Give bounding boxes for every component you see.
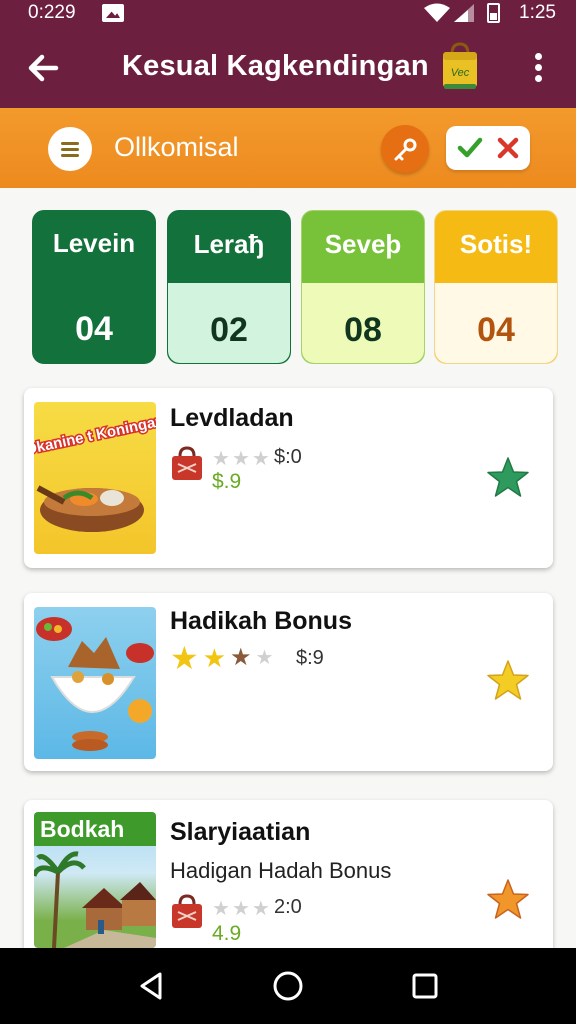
card-subtitle: Hadigan Hadah Bonus xyxy=(170,858,392,883)
food-thumbnail xyxy=(34,607,156,759)
confirm-cancel-group xyxy=(446,126,530,170)
village-thumbnail: Bodkah xyxy=(34,812,156,948)
favorite-star-icon[interactable] xyxy=(486,659,530,703)
stat-tile-3[interactable]: Seveþ 08 xyxy=(301,210,425,364)
photo-notification-icon xyxy=(102,4,124,22)
recents-square-icon[interactable] xyxy=(407,968,443,1004)
close-icon[interactable] xyxy=(492,132,524,164)
filter-toolbar: Ollkomisal xyxy=(0,108,576,188)
stat-label: Levein xyxy=(52,228,136,258)
list-card[interactable]: Hadikah Bonus ★ ★ ★ ★ $:9 xyxy=(24,593,553,771)
stat-label: Seveþ xyxy=(324,229,402,259)
key-icon xyxy=(394,138,417,161)
star-rating: ★ ★ ★ xyxy=(212,898,270,920)
rating-row: ★ ★ ★ 2:0 4.9 xyxy=(170,894,370,945)
stat-label: Sotis! xyxy=(459,229,533,259)
status-clock: 1:25 xyxy=(519,2,556,23)
thumbnail-caption: Okanine t Koningan xyxy=(34,412,156,458)
price-label: $:9 xyxy=(296,647,324,669)
home-circle-icon[interactable] xyxy=(270,968,306,1004)
card-title: Slaryiaatian xyxy=(170,818,311,846)
menu-button[interactable] xyxy=(48,127,92,171)
sub-price-label: $.9 xyxy=(212,470,242,493)
stat-value: 04 xyxy=(75,310,113,348)
shopping-basket-icon xyxy=(172,446,202,480)
favorite-star-icon[interactable] xyxy=(486,878,530,922)
stat-value: 08 xyxy=(344,311,382,349)
card-title: Levdladan xyxy=(170,404,294,432)
more-options-icon[interactable] xyxy=(524,50,552,86)
stat-label: Leraђ xyxy=(193,229,265,259)
signal-icon xyxy=(454,4,474,22)
sub-price-label: 4.9 xyxy=(212,922,242,945)
battery-icon xyxy=(487,3,500,23)
status-time: 0:229 xyxy=(28,2,76,23)
card-title: Hadikah Bonus xyxy=(170,607,352,635)
bag-label: Vec xyxy=(451,67,470,79)
system-navigation-bar xyxy=(0,948,576,1024)
price-label: $:0 xyxy=(274,446,302,468)
check-icon[interactable] xyxy=(454,132,486,164)
star-rating: ★ ★ ★ xyxy=(212,448,270,470)
food-thumbnail: Okanine t Koningan xyxy=(34,402,156,554)
back-arrow-icon[interactable] xyxy=(22,46,66,90)
list-card[interactable]: Bodkah Slaryiaatian Hadigan Hadah Bonus … xyxy=(24,800,553,948)
favorite-star-icon[interactable] xyxy=(486,456,530,500)
shopping-bag-icon[interactable]: Vec xyxy=(440,40,480,92)
star-rating: ★ ★ ★ ★ xyxy=(170,640,274,676)
stat-value: 02 xyxy=(210,311,248,349)
shopping-basket-icon xyxy=(172,894,202,928)
stat-tile-1[interactable]: Levein 04 xyxy=(32,210,156,364)
rating-row: ★ ★ ★ ★ $:9 xyxy=(170,640,370,676)
price-label: 2:0 xyxy=(274,896,302,918)
stat-tile-2[interactable]: Leraђ 02 xyxy=(167,210,291,364)
category-badge: Bodkah xyxy=(34,812,156,846)
list-card[interactable]: Okanine t Koningan Levdladan ★ ★ ★ $:0 $.9 xyxy=(24,388,553,568)
back-triangle-icon[interactable] xyxy=(134,968,170,1004)
toolbar-title: Ollkomisal xyxy=(114,132,239,162)
app-bar: Kesual Kagkendingan Vec xyxy=(0,28,576,108)
wifi-icon xyxy=(424,3,450,22)
stat-tile-4[interactable]: Sotis! 04 xyxy=(434,210,558,364)
key-button[interactable] xyxy=(381,125,429,173)
stat-value: 04 xyxy=(477,311,515,349)
app-title: Kesual Kagkendingan xyxy=(122,50,429,82)
rating-row: ★ ★ ★ $:0 $.9 xyxy=(170,446,370,493)
status-bar: 0:229 1:25 xyxy=(0,0,576,28)
